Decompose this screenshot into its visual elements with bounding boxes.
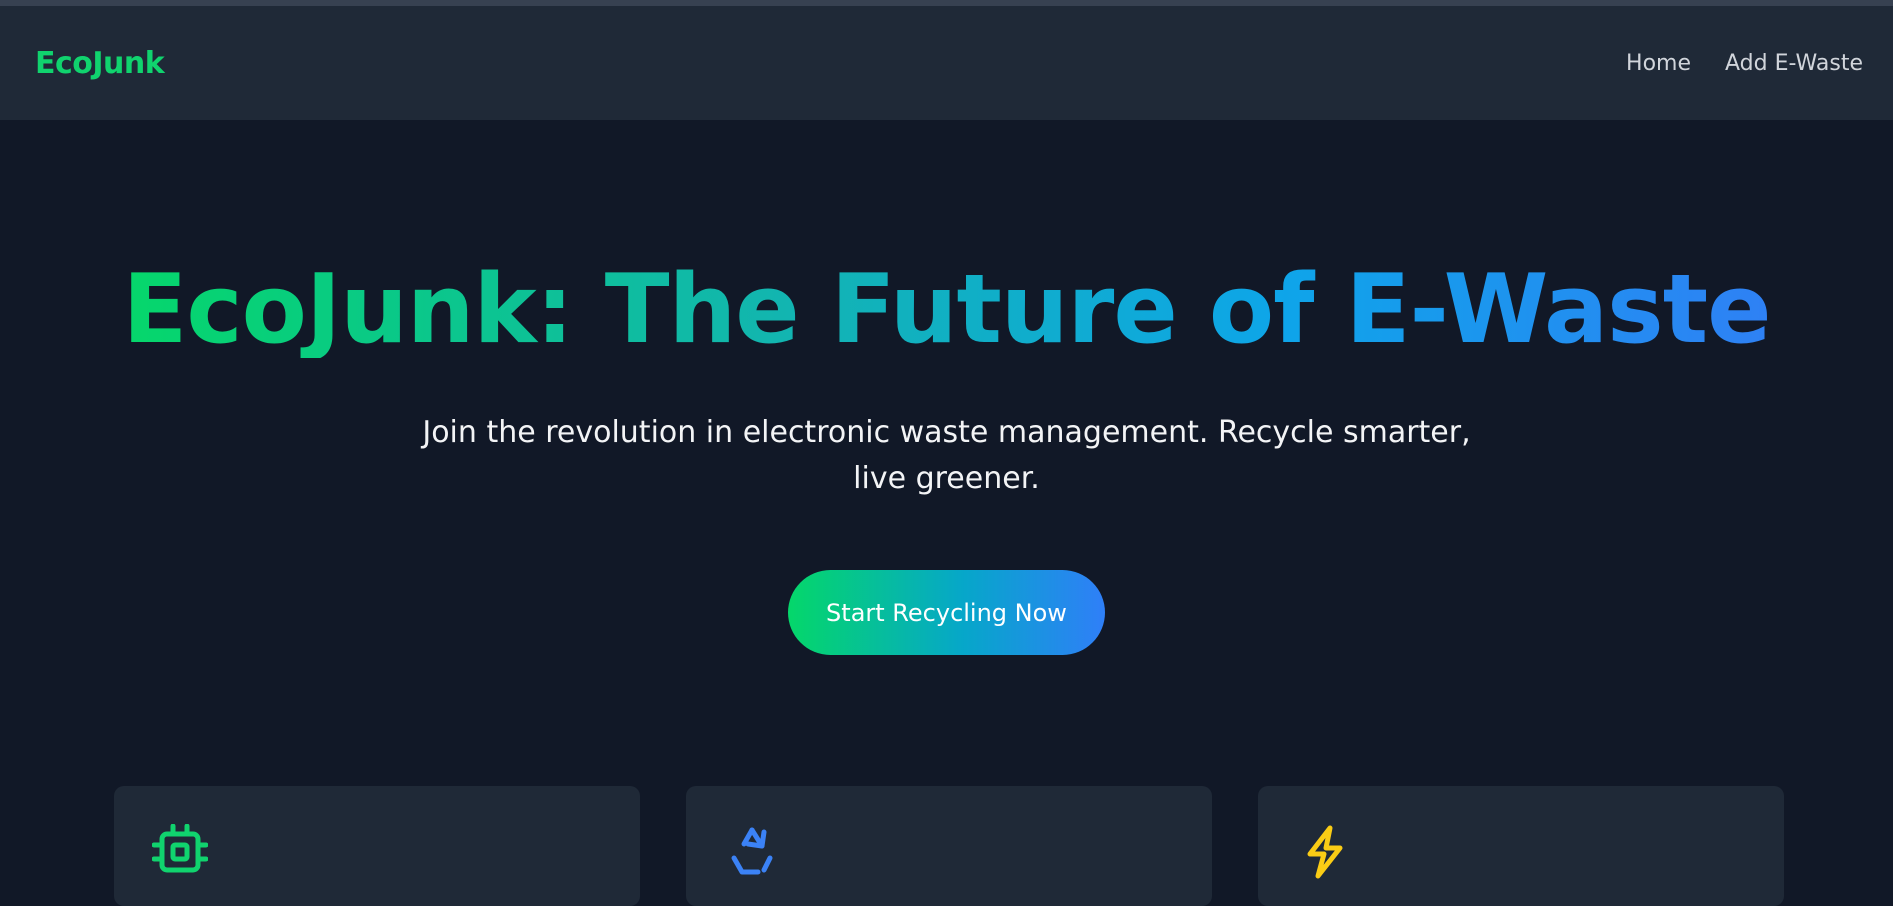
feature-card [1258,786,1784,906]
hero-section: EcoJunk: The Future of E-Waste Join the … [0,120,1893,655]
start-recycling-button[interactable]: Start Recycling Now [788,570,1105,655]
nav-links: Home Add E-Waste [1626,51,1863,76]
lightning-icon [1296,824,1352,880]
recycle-icon [724,824,780,880]
feature-card [686,786,1212,906]
brand-logo[interactable]: EcoJunk [35,46,165,81]
nav-link-add-e-waste[interactable]: Add E-Waste [1725,51,1863,76]
navbar: EcoJunk Home Add E-Waste [0,6,1893,120]
hero-subtitle: Join the revolution in electronic waste … [422,415,1471,496]
feature-cards [114,786,1784,906]
chip-icon [151,823,209,880]
feature-card [114,786,640,906]
nav-link-home[interactable]: Home [1626,51,1691,76]
hero-title: EcoJunk: The Future of E-Waste [116,263,1776,358]
